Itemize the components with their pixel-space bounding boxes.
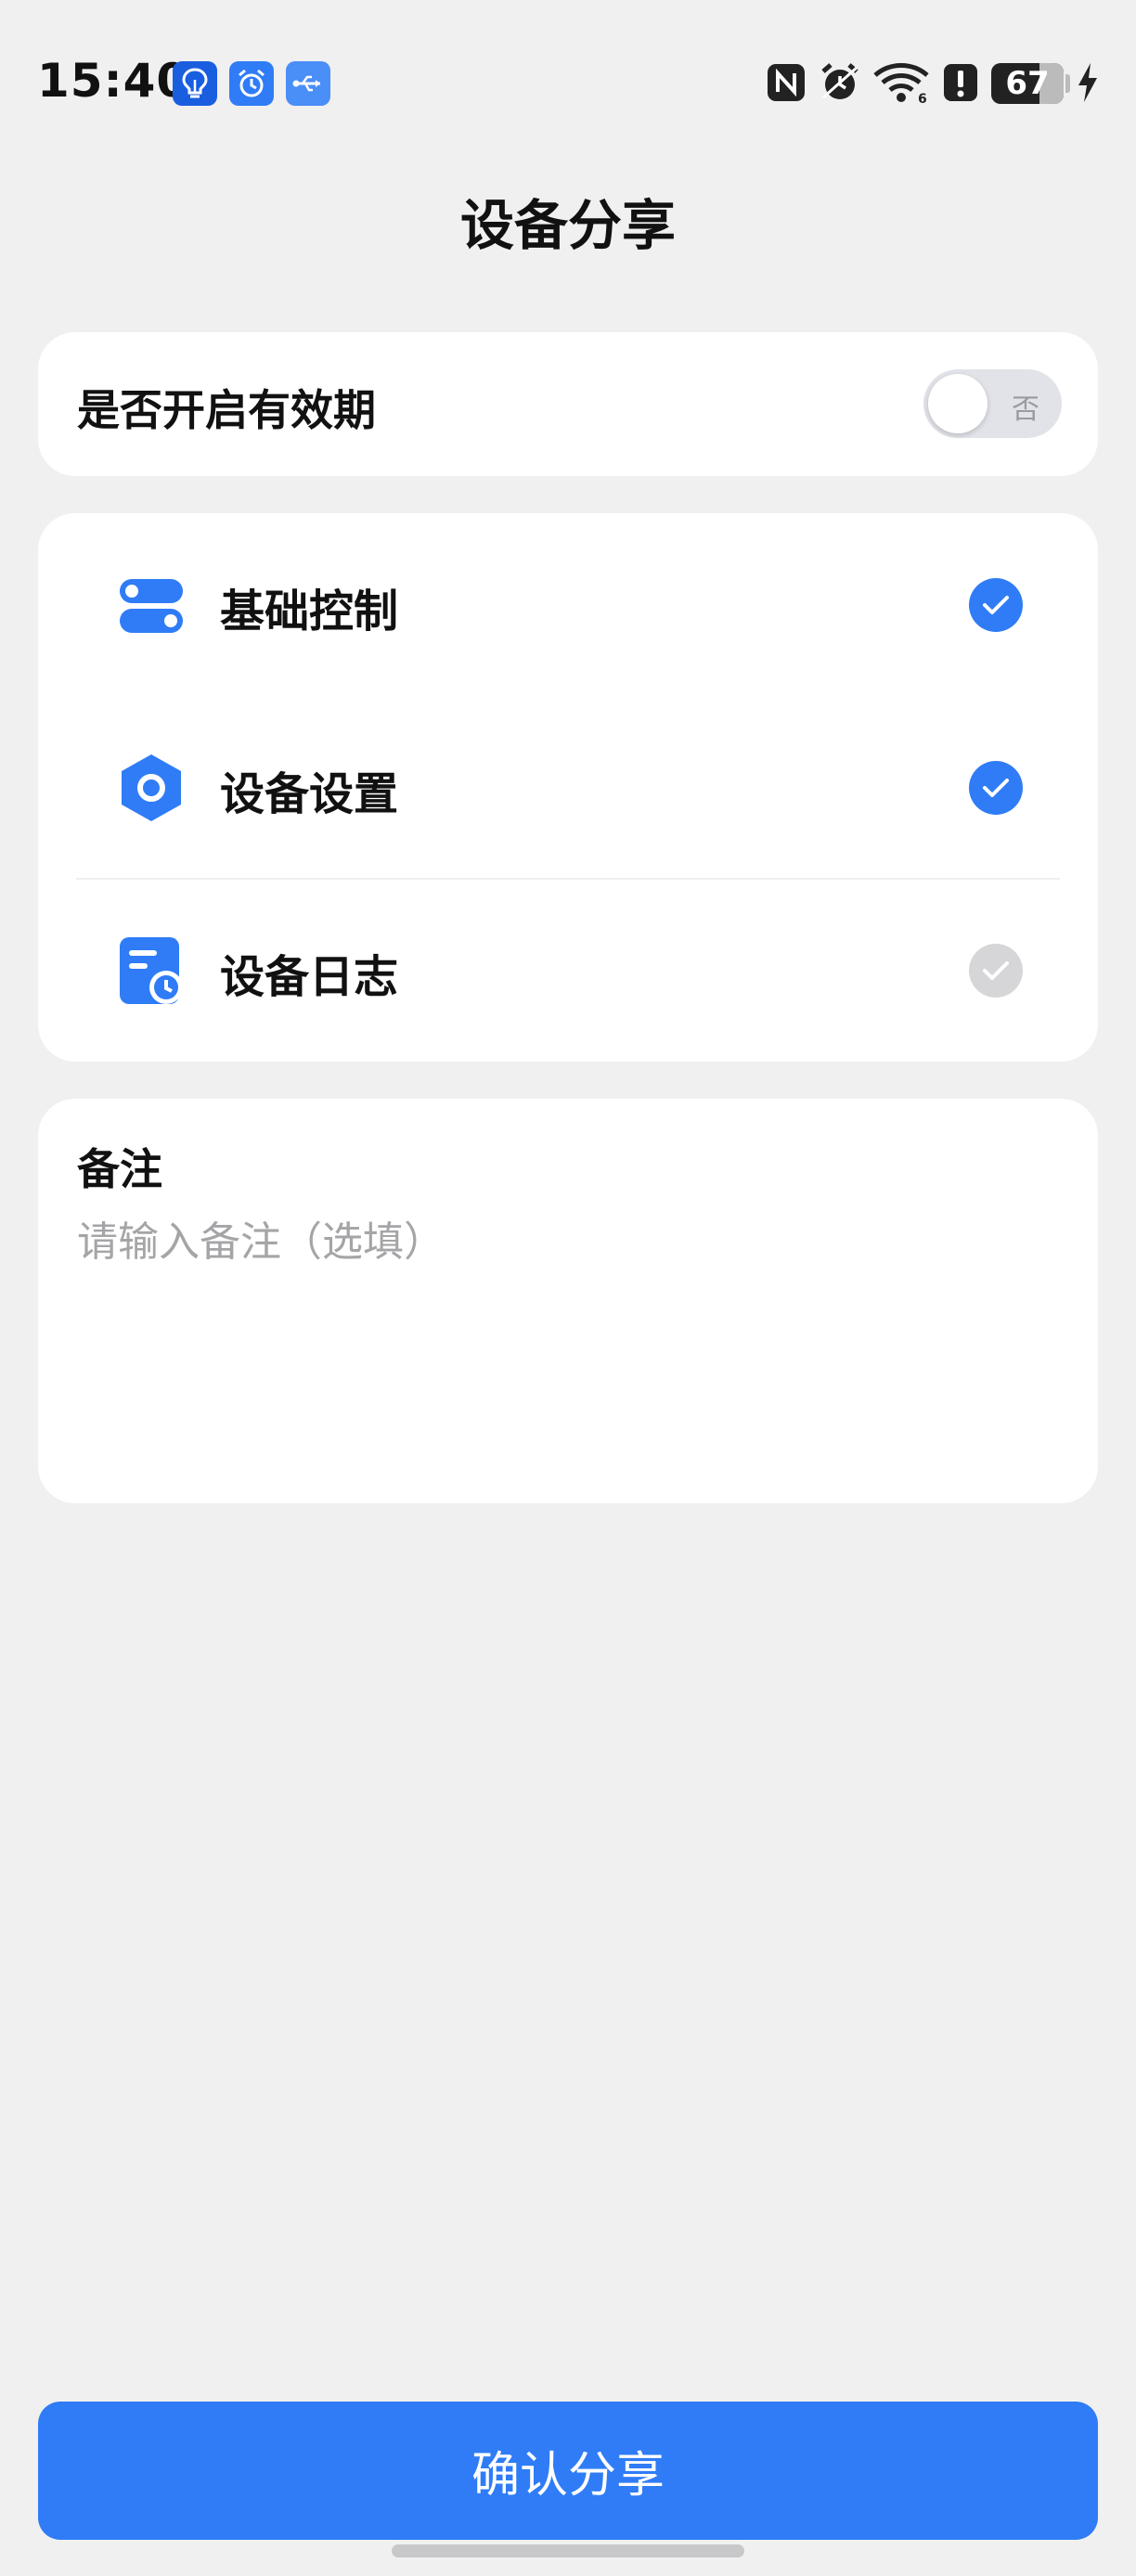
- nfc-icon: [765, 59, 807, 106]
- validity-card: 是否开启有效期 否: [38, 332, 1098, 476]
- permissions-card: 基础控制 设备设置 设备日志: [38, 513, 1098, 1062]
- permission-label: 设备设置: [220, 768, 399, 820]
- permission-label: 基础控制: [220, 586, 399, 638]
- alarm-app-icon: [229, 61, 274, 106]
- checked-icon[interactable]: [969, 761, 1023, 815]
- validity-label: 是否开启有效期: [77, 385, 376, 435]
- checked-icon[interactable]: [969, 578, 1023, 632]
- toggle-state-text: 否: [1012, 393, 1039, 426]
- permission-item-basic-control[interactable]: 基础控制: [38, 513, 1098, 696]
- home-indicator: [392, 2544, 744, 2557]
- wifi-icon: 6: [871, 59, 932, 106]
- toggle-switches-icon: [114, 568, 188, 642]
- note-input[interactable]: [77, 1208, 1052, 1449]
- usb-icon: [286, 61, 330, 106]
- note-title: 备注: [77, 1144, 162, 1194]
- lightbulb-app-icon: [173, 61, 217, 106]
- status-bar: 15:40 6 67: [0, 0, 1136, 167]
- permission-item-device-settings[interactable]: 设备设置: [38, 696, 1098, 879]
- toggle-knob: [928, 374, 988, 433]
- permission-item-device-log[interactable]: 设备日志: [38, 879, 1098, 1062]
- permission-label: 设备日志: [220, 951, 399, 1003]
- charging-bolt-icon: [1075, 59, 1101, 106]
- confirm-share-button[interactable]: 确认分享: [38, 2402, 1098, 2540]
- battery-level: 67: [1005, 65, 1050, 102]
- page-title: 设备分享: [459, 194, 676, 257]
- battery-tip: [1065, 74, 1070, 93]
- alert-icon: [941, 59, 980, 106]
- battery-indicator: 67: [991, 63, 1064, 104]
- unchecked-icon[interactable]: [969, 944, 1023, 998]
- validity-toggle[interactable]: 否: [923, 369, 1062, 438]
- hexagon-settings-icon: [114, 751, 188, 825]
- log-clock-icon: [114, 934, 188, 1008]
- svg-text:6: 6: [918, 92, 927, 105]
- alarm-icon: [817, 59, 863, 106]
- note-card: 备注: [38, 1099, 1098, 1503]
- status-time: 15:40: [37, 54, 190, 108]
